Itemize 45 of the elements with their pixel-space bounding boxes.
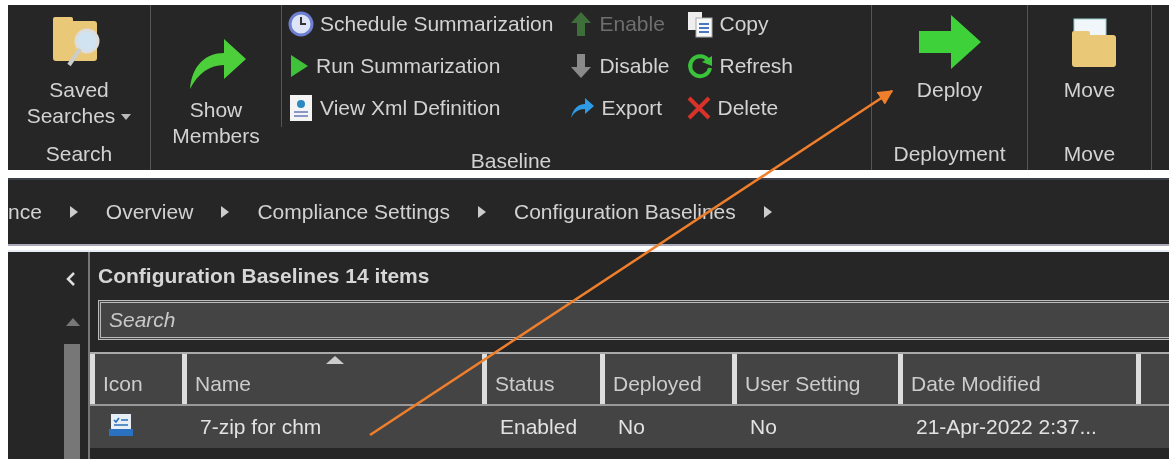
table-row[interactable]: 7-zip for chm Enabled No No 21-Apr-2022 2:37... bbox=[90, 404, 1169, 448]
ribbon-button[interactable]: View Xml Definition bbox=[286, 89, 556, 127]
table-cell-text: Enabled bbox=[499, 415, 579, 439]
ribbon-button[interactable]: Move bbox=[1028, 5, 1151, 103]
up-arrow-icon bbox=[569, 10, 594, 38]
document-icon bbox=[288, 93, 314, 123]
ribbon-button[interactable]: Deploy bbox=[872, 5, 1027, 103]
ribbon-button[interactable]: Schedule Summarization bbox=[286, 5, 556, 43]
ribbon-button[interactable]: Delete bbox=[683, 89, 796, 127]
ribbon-button[interactable]: Disable bbox=[567, 47, 672, 85]
chevron-left-icon[interactable] bbox=[66, 272, 76, 286]
group-label: Baseline bbox=[469, 149, 553, 174]
breadcrumb-item[interactable]: Compliance Settings bbox=[243, 200, 464, 224]
chevron-right-icon bbox=[69, 206, 78, 218]
clock-icon bbox=[288, 11, 314, 37]
ribbon-button[interactable]: Refresh bbox=[683, 47, 796, 85]
chevron-right-icon bbox=[221, 206, 230, 218]
breadcrumb-item[interactable]: nce bbox=[8, 200, 56, 224]
scrollbar[interactable] bbox=[64, 344, 80, 459]
table-cell-text: 7-zip for chm bbox=[199, 415, 323, 439]
play-icon bbox=[288, 53, 310, 79]
list-title: Configuration Baselines 14 items bbox=[97, 263, 431, 289]
breadcrumb-item[interactable]: Overview bbox=[91, 200, 208, 224]
table-cell-text: No bbox=[617, 415, 646, 439]
caret-icon bbox=[121, 114, 132, 121]
sort-arrow-icon bbox=[325, 356, 344, 364]
table-cell-text: No bbox=[749, 415, 778, 439]
chevron-right-icon bbox=[763, 206, 772, 218]
copy-icon bbox=[685, 10, 714, 38]
ribbon-button[interactable]: Show Members bbox=[151, 5, 281, 149]
group-label: Move bbox=[1062, 142, 1117, 167]
group-label: Deployment bbox=[892, 142, 1007, 167]
group-label: Search bbox=[44, 142, 114, 167]
ribbon-button[interactable]: Saved Searches bbox=[8, 5, 150, 129]
refresh-icon bbox=[685, 52, 714, 80]
baseline-icon bbox=[108, 411, 134, 438]
ribbon-button[interactable]: Copy bbox=[683, 5, 796, 43]
right-arrow-icon bbox=[916, 13, 983, 71]
table-cell-text: 21-Apr-2022 2:37... bbox=[915, 415, 1098, 439]
ribbon-button[interactable]: Run Summarization bbox=[286, 47, 556, 85]
down-arrow-icon bbox=[569, 52, 594, 80]
ribbon-button[interactable]: Export bbox=[567, 89, 672, 127]
chevron-right-icon bbox=[478, 206, 486, 218]
scroll-up-icon[interactable] bbox=[66, 318, 80, 326]
close-icon bbox=[685, 95, 712, 121]
